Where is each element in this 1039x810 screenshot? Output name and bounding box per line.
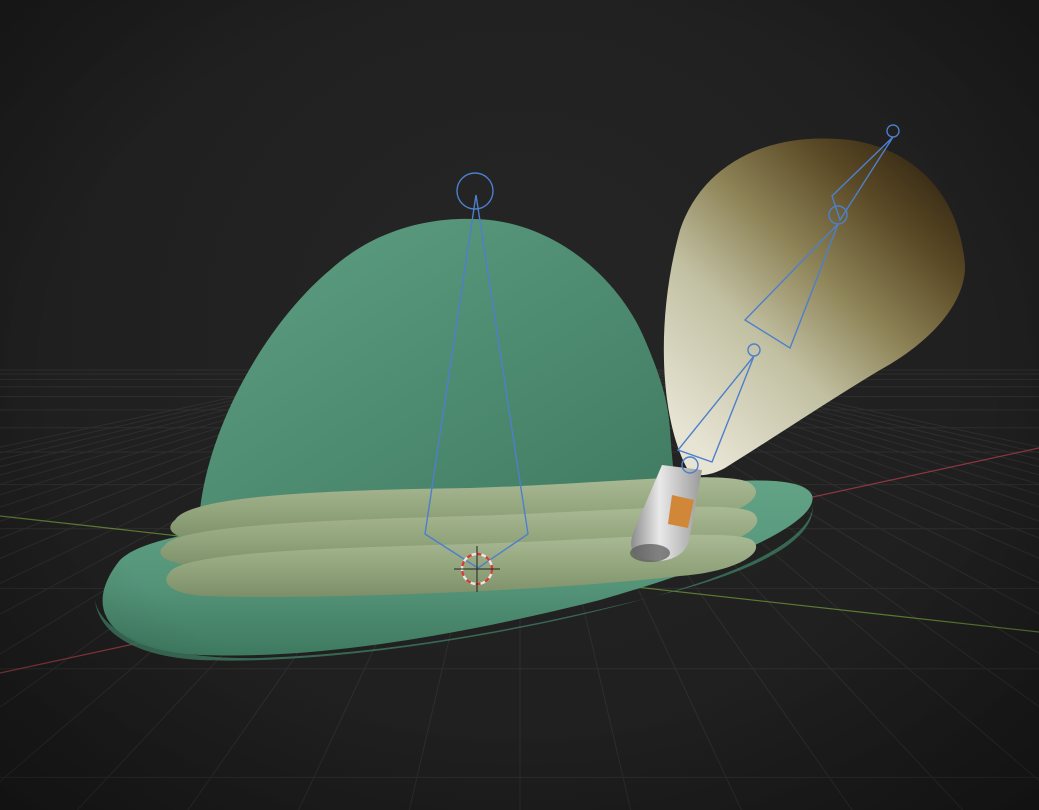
viewport-vignette [0,0,1039,810]
3d-viewport[interactable] [0,0,1039,810]
viewport-canvas[interactable] [0,0,1039,810]
